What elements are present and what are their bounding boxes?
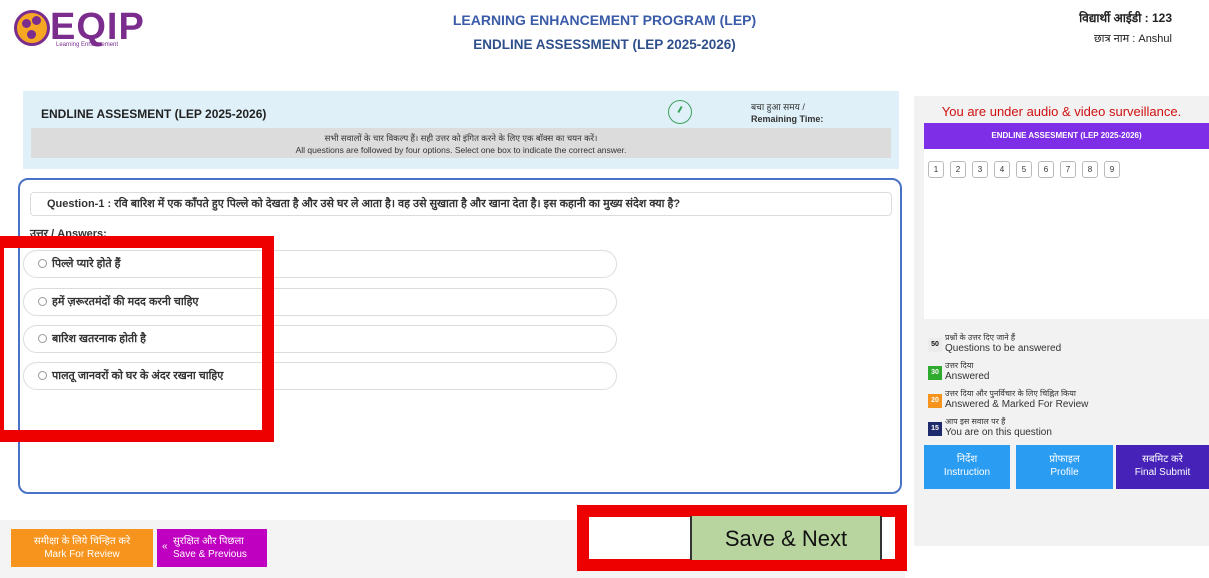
profile-hindi: प्रोफाइल [1049,454,1080,465]
exam-info-band: ENDLINE ASSESMENT (LEP 2025-2026) बचा हु… [23,91,899,169]
question-text: Question-1 : रवि बारिश में एक काँपते हुए… [30,192,892,216]
submit-english: Final Submit [1134,467,1191,478]
right-panel: You are under audio & video surveillance… [914,96,1209,546]
save-previous-english: Save & Previous [173,549,247,560]
submit-hindi: सबमिट करे [1142,454,1183,465]
remaining-time-hindi: बचा हुआ समय / [751,102,805,112]
legend-english: You are on this question [945,427,1052,438]
legend-english: Answered & Marked For Review [945,399,1089,410]
palette-title: ENDLINE ASSESMENT (LEP 2025-2026) [924,123,1209,149]
count-badge: 15 [928,422,942,436]
save-previous-hindi: सुरक्षित और पिछला [173,536,244,547]
profile-english: Profile [1050,467,1079,478]
question-number-button[interactable]: 5 [1016,161,1032,178]
legend-hindi: उत्तर दिया [945,361,974,370]
profile-button[interactable]: प्रोफाइल Profile [1016,445,1113,489]
question-number-button[interactable]: 7 [1060,161,1076,178]
question-number-button[interactable]: 3 [972,161,988,178]
legend-english: Answered [945,371,990,382]
header: EQIP Learning Enhancement LEARNING ENHAN… [0,0,1209,60]
legend-hindi: प्रश्नों के उत्तर दिए जाने हैं [945,333,1016,342]
legend-hindi: आप इस सवाल पर हैं [945,417,1006,426]
highlight-box-options [0,236,274,442]
exam-name: ENDLINE ASSESMENT (LEP 2025-2026) [41,107,267,121]
count-badge: 50 [928,338,942,352]
question-number-button[interactable]: 1 [928,161,944,178]
question-number-button[interactable]: 8 [1082,161,1098,178]
mark-for-review-button[interactable]: समीक्षा के लिये चिन्हित करे Mark For Rev… [11,529,153,567]
instruction-english: Instruction [943,467,991,478]
question-number-list: 123456789 [928,159,1126,178]
count-badge: 20 [928,394,942,408]
panel-action-buttons: निर्देश Instruction प्रोफाइल Profile सबम… [924,445,1209,489]
student-name: छात्र नाम : Anshul [1093,33,1172,45]
program-title: LEARNING ENHANCEMENT PROGRAM (LEP) [452,12,757,28]
save-previous-button[interactable]: « सुरक्षित और पिछला Save & Previous [157,529,267,567]
question-number-button[interactable]: 4 [994,161,1010,178]
instruction-english: All questions are followed by four optio… [295,145,627,155]
mark-for-review-english: Mark For Review [44,549,120,560]
surveillance-notice: You are under audio & video surveillance… [941,104,1182,119]
instructions-box: सभी सवालों के चार विकल्प हैं। सही उत्तर … [31,128,891,158]
student-info: विद्यार्थी आईडी : 123 छात्र नाम : Anshul [1079,9,1172,46]
question-number-button[interactable]: 9 [1104,161,1120,178]
legend-hindi: उत्तर दिया और पुनर्विचार के लिए चिह्नित … [945,389,1076,398]
save-next-button[interactable]: Save & Next [690,516,882,560]
question-palette: ENDLINE ASSESMENT (LEP 2025-2026) 123456… [924,123,1209,319]
count-badge: 30 [928,366,942,380]
question-number-button[interactable]: 2 [950,161,966,178]
legend-english: Questions to be answered [945,343,1062,354]
remaining-time-english: Remaining Time: [751,114,824,124]
remaining-time: बचा हुआ समय / Remaining Time: [751,101,823,125]
student-id: विद्यार्थी आईडी : 123 [1079,11,1172,25]
instruction-hindi: सभी सवालों के चार विकल्प हैं। सही उत्तर … [324,133,598,143]
mark-for-review-hindi: समीक्षा के लिये चिन्हित करे [33,536,131,547]
double-chevron-left-icon: « [162,541,168,552]
timer-icon [668,100,692,124]
assessment-title: ENDLINE ASSESSMENT (LEP 2025-2026) [473,37,736,52]
instruction-button[interactable]: निर्देश Instruction [924,445,1010,489]
final-submit-button[interactable]: सबमिट करे Final Submit [1116,445,1209,489]
instruction-hindi: निर्देश [956,454,978,465]
question-number-button[interactable]: 6 [1038,161,1054,178]
